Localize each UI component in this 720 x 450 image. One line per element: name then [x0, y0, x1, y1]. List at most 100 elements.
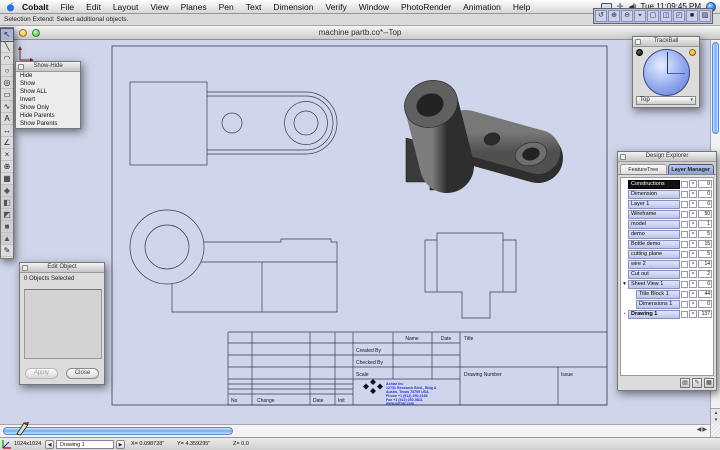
- menu-item[interactable]: Verify: [320, 2, 353, 12]
- layer-row[interactable]: Title Block 1 44: [622, 289, 712, 299]
- horizontal-scroll-thumb[interactable]: [3, 427, 233, 435]
- visibility-x-icon[interactable]: [689, 240, 697, 248]
- tool-arc-icon[interactable]: ◠: [1, 53, 13, 65]
- layer-row[interactable]: Dimensions 1 0: [622, 299, 712, 309]
- layer-row[interactable]: Layer 1 0: [622, 199, 712, 209]
- shaded-view-icon[interactable]: ■: [686, 10, 698, 22]
- view-select-dropdown[interactable]: Top ▾: [636, 96, 696, 105]
- close-palette-icon[interactable]: [18, 64, 24, 70]
- tool-point-icon[interactable]: ⊕: [1, 161, 13, 173]
- visibility-x-icon[interactable]: [689, 280, 697, 288]
- menu-item[interactable]: Animation: [457, 2, 507, 12]
- layer-checkbox[interactable]: [681, 260, 688, 268]
- layer-row[interactable]: Bottle demo 15: [622, 239, 712, 249]
- layer-checkbox[interactable]: [681, 220, 688, 228]
- close-palette-icon[interactable]: [22, 265, 28, 271]
- layer-checkbox[interactable]: [681, 270, 688, 278]
- wireframe-view-icon[interactable]: ▨: [699, 10, 711, 22]
- layer-checkbox[interactable]: [681, 250, 688, 258]
- trackball-yellow-button[interactable]: [689, 49, 696, 56]
- trackball-title-bar[interactable]: TrackBall: [633, 37, 699, 47]
- apple-menu-icon[interactable]: [5, 1, 16, 12]
- show-hide-title-bar[interactable]: Show-Hide: [16, 62, 80, 72]
- new-layer-icon[interactable]: ▤: [680, 378, 690, 388]
- tool-annotate-icon[interactable]: ✎: [1, 245, 13, 257]
- layer-name[interactable]: Constructions: [628, 179, 680, 189]
- drawing-canvas[interactable]: Name Date Created By Checked By Scale Ti…: [0, 40, 710, 424]
- minimize-window-icon[interactable]: [19, 29, 27, 37]
- layer-checkbox[interactable]: [681, 180, 688, 188]
- trackball-black-button[interactable]: [636, 49, 643, 56]
- layer-name[interactable]: Dimensions 1: [636, 299, 680, 309]
- layer-checkbox[interactable]: [681, 280, 688, 288]
- horizontal-scroll-arrows[interactable]: ◀▶: [697, 426, 708, 433]
- layer-name[interactable]: Dimension: [628, 189, 680, 199]
- tool-trim-icon[interactable]: ×: [1, 149, 13, 161]
- rotate-view-icon[interactable]: ↺: [595, 10, 607, 22]
- menu-option[interactable]: Show Only: [16, 104, 80, 112]
- layer-row[interactable]: Wireframe 50: [622, 209, 712, 219]
- visibility-x-icon[interactable]: [689, 270, 697, 278]
- layer-name[interactable]: wire 2: [628, 259, 680, 269]
- visibility-x-icon[interactable]: [689, 300, 697, 308]
- visibility-x-icon[interactable]: [689, 230, 697, 238]
- layer-checkbox[interactable]: [681, 300, 688, 308]
- visibility-x-icon[interactable]: [689, 310, 697, 318]
- visibility-x-icon[interactable]: [689, 290, 697, 298]
- zoom-all-icon[interactable]: ▢: [647, 10, 659, 22]
- menu-option[interactable]: Hide: [16, 72, 80, 80]
- tool-spline-icon[interactable]: ∿: [1, 101, 13, 113]
- tool-revolve-solid-icon[interactable]: ◧: [1, 197, 13, 209]
- layer-row[interactable]: Dimension 0: [622, 189, 712, 199]
- view-corner-icon[interactable]: ◰: [673, 10, 685, 22]
- layer-name[interactable]: Bottle demo: [628, 239, 680, 249]
- vertical-scroll-thumb[interactable]: [712, 42, 719, 134]
- visibility-x-icon[interactable]: [689, 190, 697, 198]
- menu-item[interactable]: Layout: [107, 2, 145, 12]
- layer-row[interactable]: wire 2 14: [622, 259, 712, 269]
- menu-option[interactable]: Show: [16, 80, 80, 88]
- tool-extrude-solid-icon[interactable]: ◆: [1, 185, 13, 197]
- menu-item[interactable]: Edit: [80, 2, 107, 12]
- layer-row[interactable]: Constructions 0: [622, 179, 712, 189]
- visibility-x-icon[interactable]: [689, 250, 697, 258]
- tool-line-icon[interactable]: ╲: [1, 41, 13, 53]
- edit-layer-icon[interactable]: ✎: [692, 378, 702, 388]
- tool-angle-dimension-icon[interactable]: ∠: [1, 137, 13, 149]
- menu-option[interactable]: Invert: [16, 96, 80, 104]
- tool-shell-solid-icon[interactable]: ▲: [1, 233, 13, 245]
- layer-row[interactable]: cutting plane 5: [622, 249, 712, 259]
- layer-name[interactable]: Sheet View 1: [628, 279, 680, 289]
- horizontal-scrollbar[interactable]: ◀▶: [0, 424, 710, 437]
- tool-ellipse-icon[interactable]: ◎: [1, 77, 13, 89]
- menu-item[interactable]: Planes: [175, 2, 213, 12]
- menu-option[interactable]: Show ALL: [16, 88, 80, 96]
- layer-row[interactable]: ▪ Drawing 1 137: [622, 309, 712, 319]
- zoom-window-icon[interactable]: [32, 29, 40, 37]
- layer-checkbox[interactable]: [681, 200, 688, 208]
- layer-checkbox[interactable]: [681, 230, 688, 238]
- layer-name[interactable]: Cut out: [628, 269, 680, 279]
- layer-name[interactable]: Layer 1: [628, 199, 680, 209]
- prev-sheet-icon[interactable]: ◀: [45, 439, 54, 449]
- visibility-x-icon[interactable]: [689, 220, 697, 228]
- visibility-x-icon[interactable]: [689, 200, 697, 208]
- close-palette-icon[interactable]: [620, 154, 626, 160]
- window-title-bar[interactable]: machine partb.co*--Top: [0, 26, 720, 40]
- layer-name[interactable]: demo: [628, 229, 680, 239]
- layer-row[interactable]: demo 5: [622, 229, 712, 239]
- layer-checkbox[interactable]: [681, 240, 688, 248]
- zoom-in-icon[interactable]: ⊕: [608, 10, 620, 22]
- close-palette-icon[interactable]: [635, 39, 641, 45]
- menu-item[interactable]: Help: [507, 2, 536, 12]
- layer-row[interactable]: Cut out 2: [622, 269, 712, 279]
- menu-item[interactable]: View: [144, 2, 174, 12]
- apply-button[interactable]: Apply: [24, 368, 58, 379]
- menu-item[interactable]: File: [54, 2, 80, 12]
- delete-layer-icon[interactable]: ▦: [704, 378, 714, 388]
- tool-hatch-icon[interactable]: ▦: [1, 173, 13, 185]
- zoom-window-icon[interactable]: ⌖: [634, 10, 646, 22]
- edit-object-title-bar[interactable]: Edit Object: [20, 263, 104, 273]
- tool-boolean-solid-icon[interactable]: ■: [1, 221, 13, 233]
- disclosure-icon[interactable]: ▪: [622, 311, 627, 317]
